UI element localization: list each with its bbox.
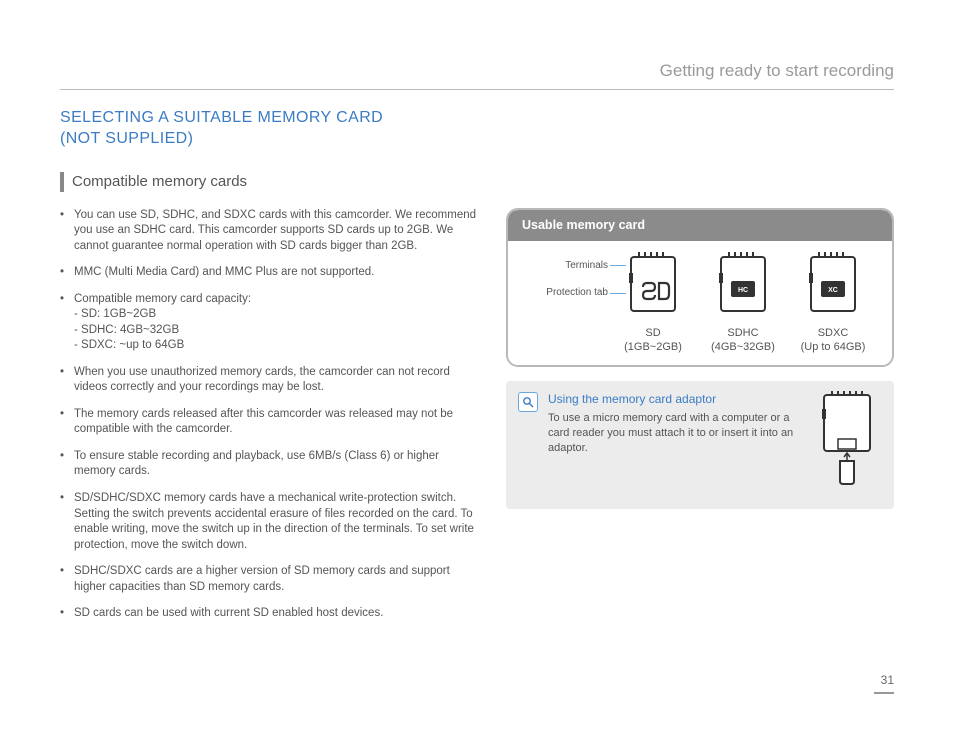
bullet-text: MMC (Multi Media Card) and MMC Plus are … bbox=[74, 266, 374, 278]
bullet-item: To ensure stable recording and playback,… bbox=[60, 449, 478, 480]
bullet-item: You can use SD, SDHC, and SDXC cards wit… bbox=[60, 208, 478, 255]
two-column-layout: You can use SD, SDHC, and SDXC cards wit… bbox=[60, 208, 894, 633]
sdhc-name: SDHC bbox=[698, 326, 788, 341]
chapter-breadcrumb: Getting ready to start recording bbox=[60, 60, 894, 83]
bullet-item: Compatible memory card capacity: - SD: 1… bbox=[60, 292, 478, 354]
sdxc-card-icon: XC bbox=[805, 251, 861, 315]
adaptor-title: Using the memory card adaptor bbox=[548, 391, 796, 407]
bullet-item: When you use unauthorized memory cards, … bbox=[60, 365, 478, 396]
sdhc-capacity: (4GB~32GB) bbox=[698, 340, 788, 355]
svg-text:XC: XC bbox=[828, 287, 838, 294]
bullet-text: When you use unauthorized memory cards, … bbox=[74, 366, 450, 394]
bullet-subline: - SD: 1GB~2GB bbox=[74, 307, 478, 323]
sd-card-icon bbox=[625, 251, 681, 315]
usable-box-body: Terminals Protection tab bbox=[508, 241, 892, 366]
memory-card-adaptor-box: Using the memory card adaptor To use a m… bbox=[506, 381, 894, 509]
manual-page: Getting ready to start recording SELECTI… bbox=[0, 0, 954, 730]
bullet-list: You can use SD, SDHC, and SDXC cards wit… bbox=[60, 208, 478, 622]
terminals-label: Terminals bbox=[522, 259, 608, 273]
magnifier-icon bbox=[518, 392, 538, 412]
card-pointer-labels: Terminals Protection tab bbox=[522, 251, 608, 314]
section-heading: Compatible memory cards bbox=[60, 172, 894, 192]
bullet-item: SD/SDHC/SDXC memory cards have a mechani… bbox=[60, 491, 478, 553]
sdhc-card-icon: HC bbox=[715, 251, 771, 315]
sdhc-card-column: HC SDHC (4GB~32GB) bbox=[698, 251, 788, 356]
bullet-item: SD cards can be used with current SD ena… bbox=[60, 606, 478, 622]
usable-memory-card-box: Usable memory card Terminals Protection … bbox=[506, 208, 894, 367]
sdxc-card-column: XC SDXC (Up to 64GB) bbox=[788, 251, 878, 356]
adaptor-text-block: Using the memory card adaptor To use a m… bbox=[548, 391, 796, 456]
page-number-underline bbox=[874, 692, 894, 694]
right-column: Usable memory card Terminals Protection … bbox=[506, 208, 894, 633]
bullet-text: SD cards can be used with current SD ena… bbox=[74, 607, 383, 619]
bullet-text: Compatible memory card capacity: bbox=[74, 293, 251, 305]
sdxc-name: SDXC bbox=[788, 326, 878, 341]
bullet-text: The memory cards released after this cam… bbox=[74, 408, 453, 436]
cards-row: Terminals Protection tab bbox=[522, 251, 878, 356]
bullet-subline: - SDHC: 4GB~32GB bbox=[74, 323, 478, 339]
page-number: 31 bbox=[874, 672, 894, 694]
bullet-subline: - SDXC: ~up to 64GB bbox=[74, 338, 478, 354]
bullet-text: SDHC/SDXC cards are a higher version of … bbox=[74, 565, 450, 593]
title-line-1: SELECTING A SUITABLE MEMORY CARD bbox=[60, 109, 383, 126]
bullet-item: MMC (Multi Media Card) and MMC Plus are … bbox=[60, 265, 478, 281]
bullet-text: SD/SDHC/SDXC memory cards have a mechani… bbox=[74, 492, 474, 551]
sd-name: SD bbox=[608, 326, 698, 341]
bullet-text: You can use SD, SDHC, and SDXC cards wit… bbox=[74, 209, 476, 252]
protection-tab-label: Protection tab bbox=[522, 286, 608, 300]
bullet-item: SDHC/SDXC cards are a higher version of … bbox=[60, 564, 478, 595]
sdxc-capacity: (Up to 64GB) bbox=[788, 340, 878, 355]
page-title: SELECTING A SUITABLE MEMORY CARD (NOT SU… bbox=[60, 108, 894, 150]
usable-box-header: Usable memory card bbox=[508, 210, 892, 241]
page-number-value: 31 bbox=[881, 673, 894, 687]
left-column: You can use SD, SDHC, and SDXC cards wit… bbox=[60, 208, 478, 633]
adaptor-illustration bbox=[812, 391, 882, 495]
title-line-2: (NOT SUPPLIED) bbox=[60, 130, 193, 147]
adaptor-body: To use a micro memory card with a comput… bbox=[548, 411, 796, 456]
bullet-text: To ensure stable recording and playback,… bbox=[74, 450, 439, 478]
header-rule bbox=[60, 89, 894, 90]
svg-text:HC: HC bbox=[738, 287, 748, 294]
bullet-item: The memory cards released after this cam… bbox=[60, 407, 478, 438]
sd-capacity: (1GB~2GB) bbox=[608, 340, 698, 355]
